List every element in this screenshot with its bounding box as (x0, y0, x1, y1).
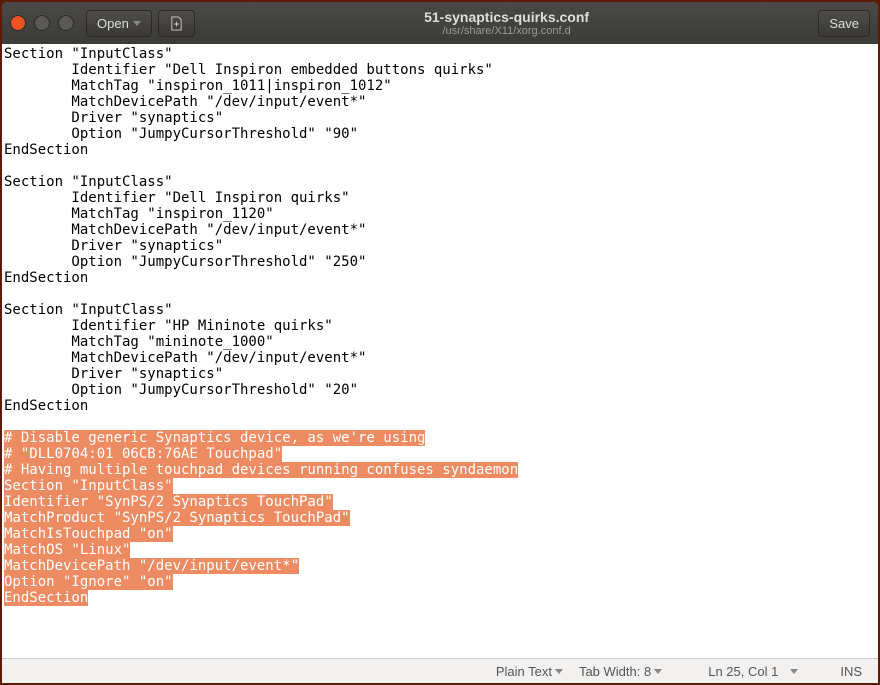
title-area: 51-synaptics-quirks.conf /usr/share/X11/… (201, 9, 813, 37)
headerbar: Open 51-synaptics-quirks.conf /usr/share… (2, 2, 878, 44)
statusbar: Plain Text Tab Width: 8 Ln 25, Col 1 INS (2, 658, 878, 683)
editor-area[interactable]: Section "InputClass" Identifier "Dell In… (2, 44, 878, 658)
tabwidth-selector[interactable]: Tab Width: 8 (575, 662, 666, 681)
maximize-icon[interactable] (58, 15, 74, 31)
minimize-icon[interactable] (34, 15, 50, 31)
chevron-down-icon (133, 21, 141, 26)
close-icon[interactable] (10, 15, 26, 31)
chevron-down-icon (654, 669, 662, 674)
document-title: 51-synaptics-quirks.conf (201, 9, 813, 25)
document-path: /usr/share/X11/xorg.conf.d (201, 25, 813, 37)
new-document-icon (169, 16, 184, 31)
window-controls (10, 15, 74, 31)
insert-mode[interactable]: INS (836, 662, 866, 681)
syntax-selector[interactable]: Plain Text (492, 662, 567, 681)
open-label: Open (97, 16, 129, 31)
save-button[interactable]: Save (818, 10, 870, 37)
new-tab-button[interactable] (158, 10, 195, 37)
chevron-down-icon (555, 669, 563, 674)
open-button[interactable]: Open (86, 10, 152, 37)
window: Open 51-synaptics-quirks.conf /usr/share… (2, 2, 878, 683)
cursor-position[interactable]: Ln 25, Col 1 (704, 662, 782, 681)
chevron-down-icon[interactable] (790, 669, 798, 674)
